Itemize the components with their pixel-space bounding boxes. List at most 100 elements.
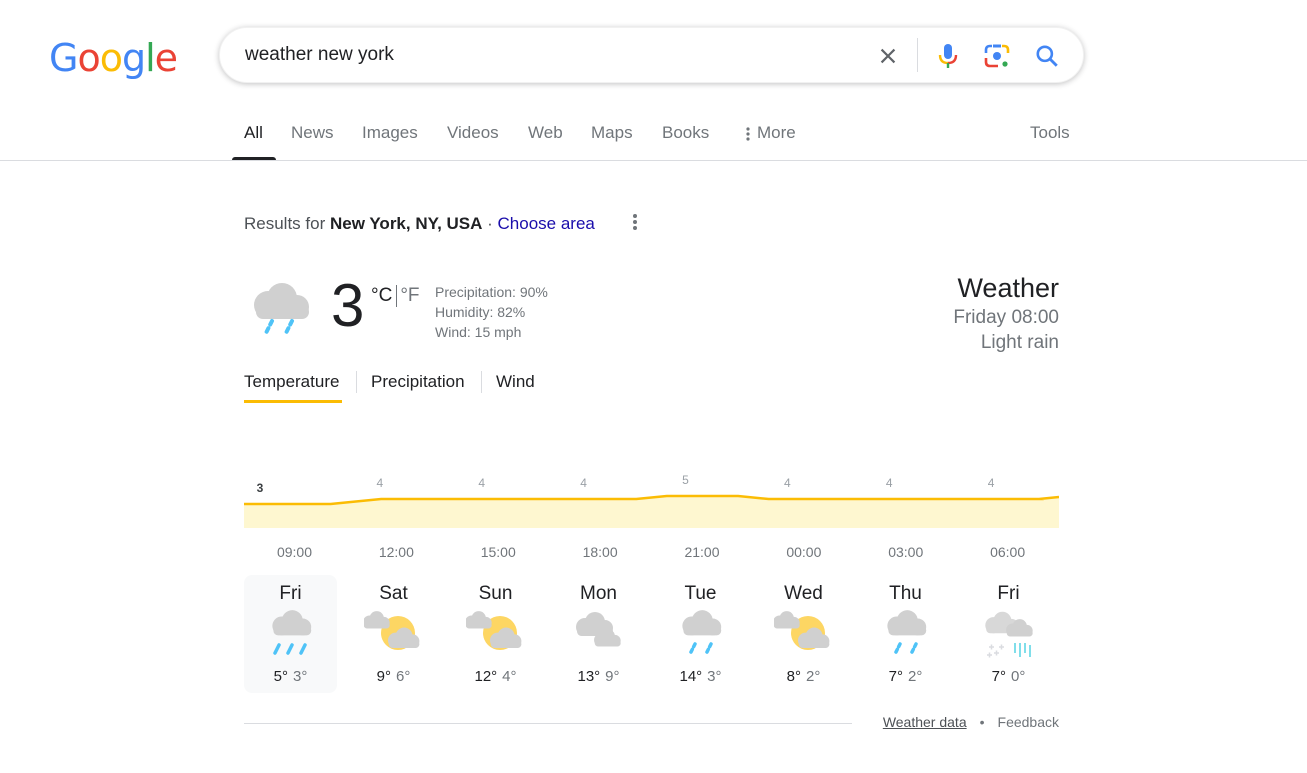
forecast-day-name: Fri <box>279 583 302 604</box>
forecast-day-name: Sun <box>478 583 513 604</box>
search-input[interactable] <box>245 40 845 70</box>
weather-condition: Light rain <box>980 332 1059 353</box>
tab-books[interactable]: Books <box>662 123 709 143</box>
wind: Wind: 15 mph <box>435 324 522 340</box>
chart-tab-temperature[interactable]: Temperature <box>244 372 339 392</box>
chart-data-label: 5 <box>682 473 689 487</box>
forecast-low: 4° <box>502 668 517 685</box>
forecast-high: 14° <box>679 668 703 685</box>
weather-title: Weather <box>957 273 1059 303</box>
partly-cloudy-icon <box>465 611 521 650</box>
active-tab-indicator <box>232 157 276 160</box>
forecast-day[interactable]: Sat 9° 6° <box>347 575 440 693</box>
current-temperature: 3 <box>331 272 365 339</box>
more-vert-icon <box>746 126 750 141</box>
logo-letter: l <box>145 36 156 80</box>
tab-web[interactable]: Web <box>528 123 563 143</box>
forecast-high: 9° <box>376 668 391 685</box>
google-lens-icon <box>984 44 1010 68</box>
tab-more-label: More <box>757 123 796 142</box>
cloudy-icon <box>575 612 621 647</box>
chart-data-label: 4 <box>376 476 383 490</box>
forecast-day[interactable]: Wed 8° 2° <box>757 575 850 693</box>
results-for: Results for New York, NY, USA · Choose a… <box>244 214 595 234</box>
chart-x-tick-label: 12:00 <box>379 544 414 560</box>
search-button[interactable] <box>1031 40 1063 72</box>
forecast-high: 8° <box>786 668 801 685</box>
celsius-button[interactable]: °C <box>371 285 392 306</box>
tab-all[interactable]: All <box>244 123 263 143</box>
forecast-day[interactable]: Mon 13° 9° <box>552 575 645 693</box>
chart-x-tick-label: 00:00 <box>786 544 821 560</box>
more-options-button[interactable] <box>627 211 643 235</box>
feedback-link[interactable]: Feedback <box>998 714 1059 730</box>
chart-data-label: 4 <box>784 476 791 490</box>
forecast-temps: 7° 2° <box>859 668 952 685</box>
partly-cloudy-icon <box>773 611 829 650</box>
chart-data-label: 3 <box>257 481 264 495</box>
logo-letter: g <box>121 36 146 80</box>
tab-maps[interactable]: Maps <box>591 123 633 143</box>
chart-data-label: 4 <box>886 476 893 490</box>
choose-area-link[interactable]: Choose area <box>498 214 595 233</box>
search-tabs: All News Images Videos Web Maps Books Mo… <box>0 110 1307 161</box>
microphone-icon <box>938 44 958 68</box>
forecast-high: 5° <box>273 668 288 685</box>
chart-data-label: 4 <box>988 476 995 490</box>
daily-forecast: Fri 5° 3° Sat 9° 6° Sun 12° 4° Mon 13° 9° Tue 14… <box>244 575 1059 693</box>
forecast-high: 12° <box>474 668 498 685</box>
light-rain-icon <box>886 610 926 656</box>
clear-search-button[interactable] <box>872 40 904 72</box>
search-icon <box>1036 45 1058 67</box>
current-weather-icon <box>246 277 316 346</box>
forecast-day[interactable]: Sun 12° 4° <box>449 575 542 693</box>
tab-more[interactable]: More <box>745 123 796 143</box>
search-box <box>219 27 1084 83</box>
fahrenheit-button[interactable]: °F <box>400 285 419 306</box>
tab-news[interactable]: News <box>291 123 334 143</box>
partly-cloudy-icon <box>363 611 419 650</box>
forecast-day[interactable]: Tue 14° 3° <box>654 575 747 693</box>
more-vert-icon <box>633 214 637 230</box>
forecast-temps: 7° 0° <box>962 668 1055 685</box>
forecast-high: 7° <box>991 668 1006 685</box>
forecast-low: 2° <box>908 668 923 685</box>
search-divider <box>917 38 918 72</box>
forecast-day[interactable]: Thu 7° 2° <box>859 575 952 693</box>
chart-x-tick-label: 06:00 <box>990 544 1025 560</box>
forecast-day[interactable]: Fri 5° 3° <box>244 575 337 693</box>
chart-x-tick-label: 18:00 <box>583 544 618 560</box>
voice-search-button[interactable] <box>932 40 964 72</box>
chart-tab-wind[interactable]: Wind <box>496 372 535 392</box>
results-location: New York, NY, USA <box>329 214 483 233</box>
chart-data-label: 4 <box>580 476 587 490</box>
forecast-day-name: Thu <box>889 583 922 604</box>
tab-videos[interactable]: Videos <box>447 123 499 143</box>
chart-x-tick-label: 09:00 <box>277 544 312 560</box>
tab-images[interactable]: Images <box>362 123 418 143</box>
forecast-high: 7° <box>888 668 903 685</box>
forecast-day[interactable]: Fri 7° 0° <box>962 575 1055 693</box>
forecast-low: 0° <box>1011 668 1026 685</box>
chart-tab-precipitation[interactable]: Precipitation <box>371 372 465 392</box>
forecast-low: 3° <box>707 668 722 685</box>
forecast-day-name: Wed <box>784 583 823 604</box>
footer: Weather data • Feedback <box>883 714 1059 730</box>
temperature-chart[interactable]: 3 4 4 4 5 4 4 4 09:00 12:00 15:00 18:00 21:00 00:00 03… <box>244 465 1059 565</box>
results-sep: · <box>482 214 498 233</box>
lens-search-button[interactable] <box>981 40 1013 72</box>
weather-data-link[interactable]: Weather data <box>883 714 967 730</box>
tools-button[interactable]: Tools <box>1030 123 1070 143</box>
footer-dot: • <box>979 714 985 730</box>
forecast-low: 3° <box>293 668 308 685</box>
forecast-low: 2° <box>806 668 821 685</box>
results-for-prefix: Results for <box>244 214 330 233</box>
forecast-low: 6° <box>396 668 411 685</box>
chart-x-tick-label: 21:00 <box>684 544 719 560</box>
google-logo[interactable]: Google <box>49 36 178 80</box>
humidity: Humidity: 82% <box>435 304 526 320</box>
chart-tab-divider <box>481 371 482 393</box>
chart-data-label: 4 <box>478 476 485 490</box>
unit-toggle: °C °F <box>371 285 420 307</box>
forecast-temps: 13° 9° <box>552 668 645 685</box>
